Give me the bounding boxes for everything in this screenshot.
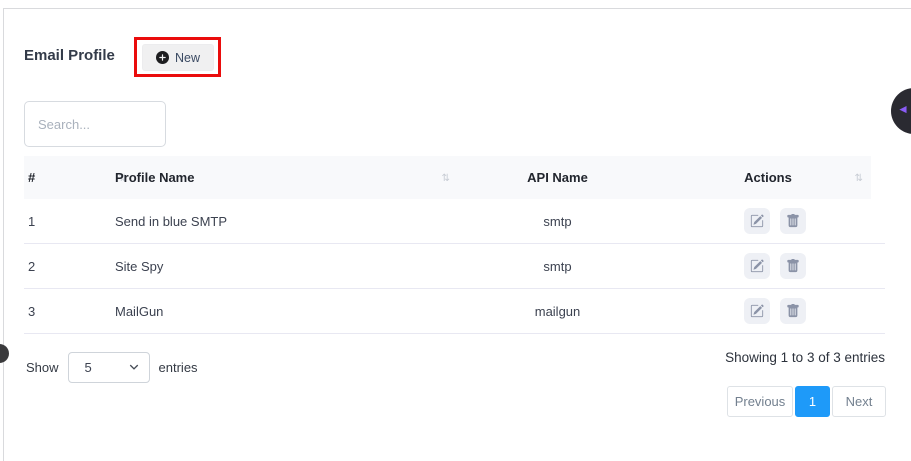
table-header-row: # ⇅ Profile Name ⇅ API Name Actions ⇅ (24, 156, 871, 199)
delete-button[interactable] (780, 208, 806, 234)
table-row: 1 Send in blue SMTP smtp (24, 199, 885, 244)
page-size-control: Show 5 entries (26, 352, 198, 383)
next-page-button[interactable]: Next (832, 386, 886, 417)
edit-button[interactable] (744, 208, 770, 234)
edit-button[interactable] (744, 298, 770, 324)
left-edge-widget-button[interactable] (0, 344, 9, 363)
previous-page-button[interactable]: Previous (727, 386, 793, 417)
column-header-profile-name-label: Profile Name (115, 170, 194, 185)
trash-icon (786, 214, 800, 228)
edit-icon (750, 304, 764, 318)
sort-icon: ⇅ (442, 174, 450, 184)
column-header-index[interactable]: # ⇅ (24, 170, 110, 185)
email-profile-page: Email Profile New # ⇅ Profile Name ⇅ API… (0, 0, 911, 461)
panel-top-border (4, 8, 911, 9)
side-panel-toggle-button[interactable]: ◄ (891, 88, 911, 134)
column-header-api-name-label: API Name (527, 170, 588, 185)
sort-icon: ⇅ (855, 174, 863, 184)
cell-row-index: 1 (24, 214, 110, 229)
column-header-actions-label: Actions (744, 170, 792, 185)
pagination: Previous 1 Next (727, 386, 886, 417)
page-size-select-wrap: 5 (68, 352, 150, 383)
cell-profile-name: MailGun (110, 304, 450, 319)
cell-profile-name: Site Spy (110, 259, 450, 274)
page-title: Email Profile (24, 47, 115, 64)
page-size-select[interactable]: 5 (68, 352, 150, 383)
cell-api-name: smtp (450, 214, 665, 229)
cell-actions (665, 208, 885, 234)
table-body: 1 Send in blue SMTP smtp 2 Site Spy smtp (24, 199, 885, 334)
cell-actions (665, 253, 885, 279)
trash-icon (786, 259, 800, 273)
table-row: 2 Site Spy smtp (24, 244, 885, 289)
edit-button[interactable] (744, 253, 770, 279)
search-input[interactable] (24, 101, 166, 147)
cell-row-index: 3 (24, 304, 110, 319)
delete-button[interactable] (780, 253, 806, 279)
column-header-api-name[interactable]: API Name (450, 170, 665, 185)
cell-row-index: 2 (24, 259, 110, 274)
edit-icon (750, 259, 764, 273)
arrow-left-icon: ◄ (897, 102, 909, 116)
current-page-button[interactable]: 1 (795, 386, 830, 417)
cell-profile-name: Send in blue SMTP (110, 214, 450, 229)
column-header-profile-name[interactable]: Profile Name ⇅ (110, 170, 450, 185)
edit-icon (750, 214, 764, 228)
entries-label: entries (159, 360, 198, 375)
new-button[interactable]: New (142, 44, 214, 71)
cell-actions (665, 298, 885, 324)
table-row: 3 MailGun mailgun (24, 289, 885, 334)
delete-button[interactable] (780, 298, 806, 324)
table-info-text: Showing 1 to 3 of 3 entries (725, 350, 885, 365)
new-button-label: New (175, 51, 200, 65)
column-header-actions[interactable]: Actions ⇅ (665, 170, 871, 185)
trash-icon (786, 304, 800, 318)
plus-circle-icon (156, 51, 169, 64)
cell-api-name: mailgun (450, 304, 665, 319)
column-header-index-label: # (28, 170, 35, 185)
panel-left-border (3, 8, 4, 461)
cell-api-name: smtp (450, 259, 665, 274)
show-label: Show (26, 360, 59, 375)
